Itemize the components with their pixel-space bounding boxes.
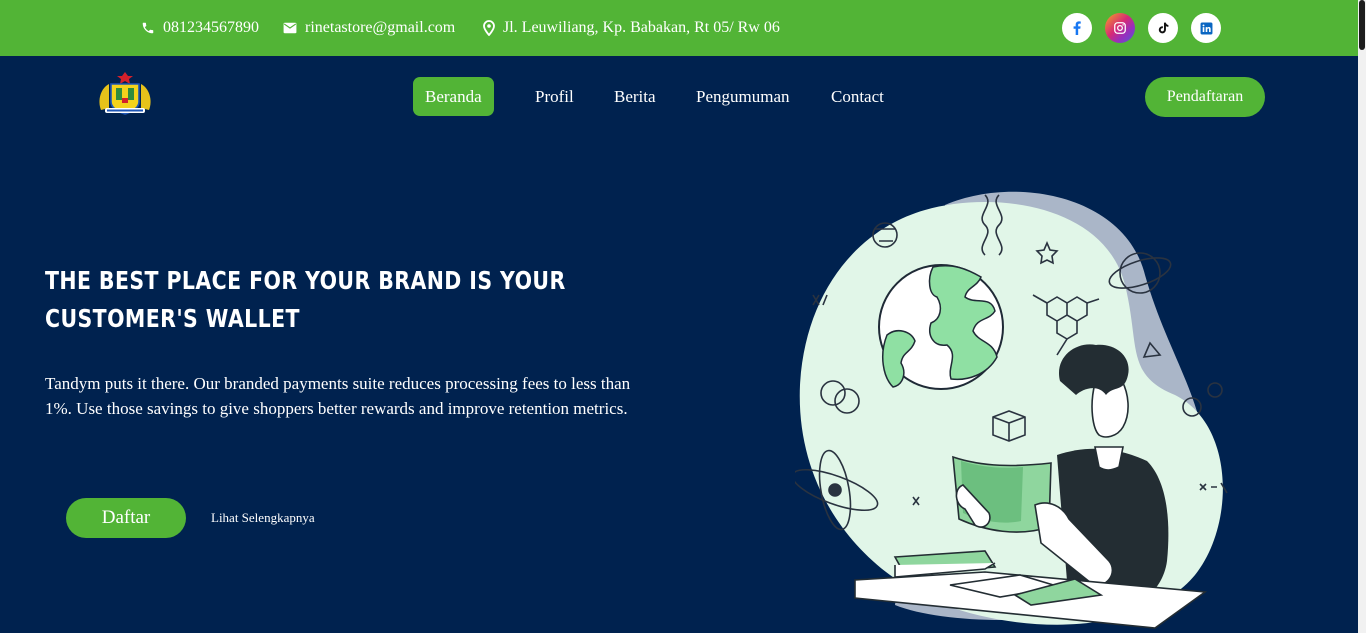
linkedin-icon (1200, 22, 1212, 34)
email-address: rinetastore@gmail.com (305, 19, 456, 36)
scrollbar-thumb[interactable] (1359, 0, 1365, 50)
facebook-icon (1073, 21, 1081, 35)
linkedin-link[interactable] (1191, 13, 1221, 43)
nav-label: Beranda (425, 86, 482, 106)
address-text: Jl. Leuwiliang, Kp. Babakan, Rt 05/ Rw 0… (503, 19, 780, 36)
instagram-icon (1114, 22, 1126, 34)
hero-description: Tandym puts it there. Our branded paymen… (45, 374, 631, 418)
hero-illustration (795, 191, 1228, 629)
nav-label: Berita (614, 86, 656, 106)
nav-item-pengumuman[interactable]: Pengumuman (696, 77, 790, 116)
daftar-button[interactable]: Daftar (66, 498, 186, 538)
phone-number: 081234567890 (163, 19, 259, 36)
globe-doodle (878, 264, 1004, 390)
school-logo[interactable] (95, 70, 155, 118)
nav-label: Pengumuman (696, 86, 790, 106)
facebook-link[interactable] (1062, 13, 1092, 43)
tiktok-icon (1158, 22, 1168, 34)
tiktok-link[interactable] (1148, 13, 1178, 43)
email-contact[interactable]: rinetastore@gmail.com (283, 0, 455, 56)
nav-item-beranda[interactable]: Beranda (413, 77, 494, 116)
location-pin-icon (483, 20, 495, 36)
mail-icon (283, 22, 297, 34)
address-contact[interactable]: Jl. Leuwiliang, Kp. Babakan, Rt 05/ Rw 0… (483, 0, 780, 56)
nav-item-contact[interactable]: Contact (831, 77, 884, 116)
phone-contact[interactable]: 081234567890 (141, 0, 259, 56)
instagram-link[interactable] (1105, 13, 1135, 43)
nav-item-berita[interactable]: Berita (614, 77, 656, 116)
nav-label: Contact (831, 86, 884, 106)
phone-icon (142, 22, 154, 34)
lihat-selengkapnya-link[interactable]: Lihat Selengkapnya (211, 510, 315, 526)
nav-item-profil[interactable]: Profil (535, 77, 574, 116)
nav-label: Profil (535, 86, 574, 106)
pendaftaran-button[interactable]: Pendaftaran (1145, 77, 1265, 117)
page-scrollbar[interactable] (1358, 0, 1366, 633)
top-contact-bar: 081234567890 rinetastore@gmail.com Jl. L… (0, 0, 1358, 56)
hero-title: THE BEST PLACE FOR YOUR BRAND IS YOUR CU… (45, 266, 566, 333)
